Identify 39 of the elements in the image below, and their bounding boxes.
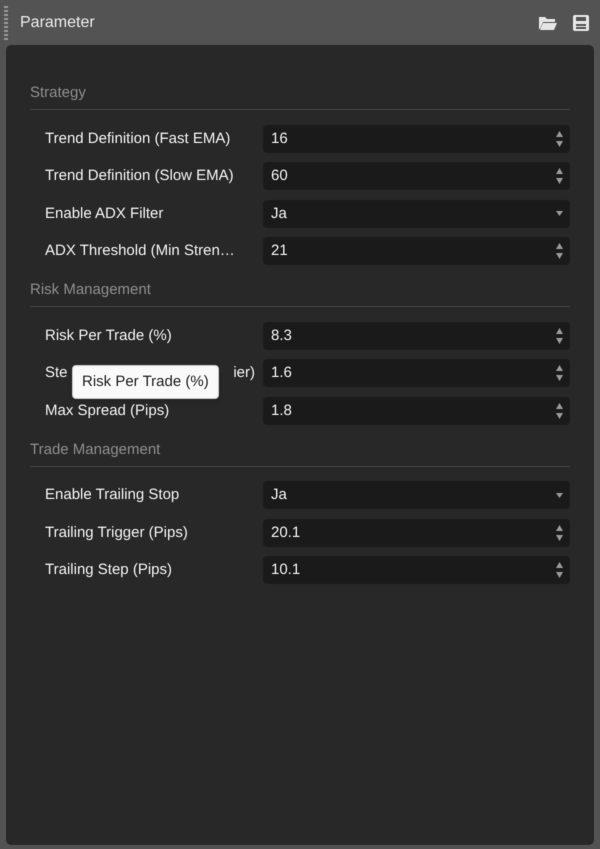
number-input[interactable]: 60	[263, 162, 570, 190]
spinner-icon[interactable]	[555, 242, 564, 260]
tooltip: Risk Per Trade (%)	[72, 364, 219, 399]
drag-handle-icon[interactable]	[4, 6, 8, 40]
field-label: ADX Threshold (Min Stren…	[45, 241, 235, 261]
dropdown[interactable]: Ja	[263, 200, 570, 228]
field-label: Risk Per Trade (%)	[45, 326, 172, 346]
number-input[interactable]: 10.1	[263, 556, 570, 584]
number-input[interactable]: 1.6	[263, 359, 570, 388]
panel-title: Parameter	[20, 12, 96, 32]
field-label: Trailing Step (Pips)	[45, 560, 172, 580]
number-input[interactable]: 21	[263, 237, 570, 266]
spinner-icon[interactable]	[555, 524, 564, 542]
caret-icon	[555, 210, 564, 218]
spinner-icon[interactable]	[555, 561, 564, 580]
spinner-icon[interactable]	[555, 402, 564, 420]
field-label: Enable Trailing Stop	[45, 485, 180, 505]
number-input[interactable]: 20.1	[263, 518, 570, 547]
folder-icon[interactable]	[538, 14, 558, 30]
number-input[interactable]: 16	[263, 124, 570, 153]
field-label: Trend Definition (Fast EMA)	[45, 128, 230, 148]
spinner-icon[interactable]	[555, 326, 564, 345]
save-icon[interactable]	[572, 14, 590, 32]
section-heading: Strategy	[30, 84, 86, 101]
field-label: Max Spread (Pips)	[45, 400, 170, 420]
field-label: Trend Definition (Slow EMA)	[45, 166, 234, 186]
field-label: Trailing Trigger (Pips)	[45, 522, 188, 542]
field-label: Ste	[45, 363, 68, 383]
dropdown[interactable]: Ja	[263, 481, 570, 510]
section-heading: Risk Management	[30, 281, 151, 298]
spinner-icon[interactable]	[555, 130, 564, 148]
caret-icon	[555, 492, 564, 499]
section-heading: Trade Management	[30, 440, 160, 458]
spinner-icon[interactable]	[555, 364, 564, 382]
number-input[interactable]: 8.3	[263, 322, 570, 350]
number-input[interactable]: 1.8	[263, 396, 570, 425]
spinner-icon[interactable]	[555, 167, 564, 186]
field-label: ier)	[233, 363, 255, 383]
field-label: Enable ADX Filter	[45, 204, 164, 224]
